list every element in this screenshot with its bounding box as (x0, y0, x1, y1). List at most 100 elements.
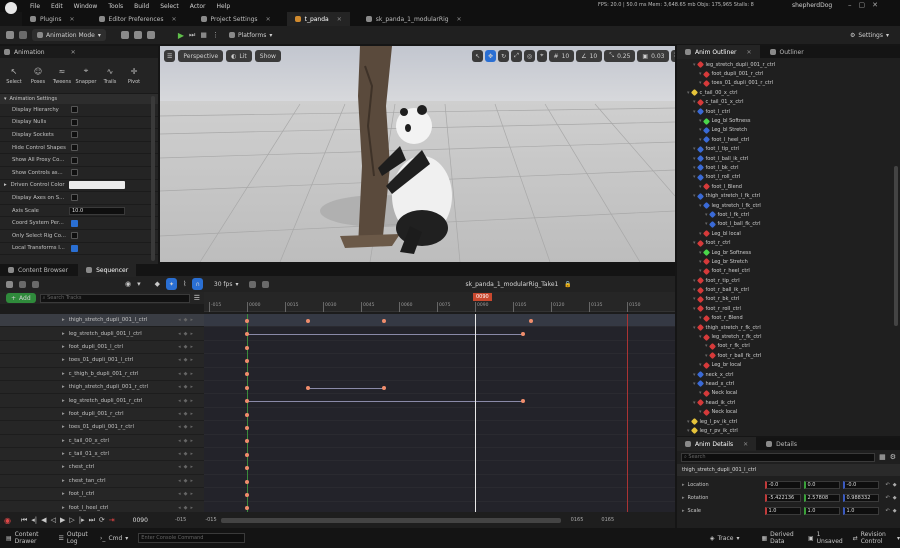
menu-item[interactable]: Edit (51, 3, 63, 10)
outliner-item[interactable]: ▾ toes_01_dupli_001_r_ctrl (677, 79, 900, 88)
outliner-item[interactable]: ▾ leg_l_pv_ik_ctrl (677, 417, 900, 426)
view-start[interactable]: -015 (175, 517, 186, 523)
outliner-item[interactable]: ▾ foot_l_heel_ctrl (677, 135, 900, 144)
curve-icon[interactable]: ⌇ (183, 280, 186, 288)
track-row[interactable]: ▸ toes_01_dupli_001_r_ctrl ◂◆▸ (0, 421, 204, 435)
key-nav-icons[interactable]: ◂◆▸ (178, 438, 196, 444)
close-icon[interactable]: ✕ (70, 16, 75, 23)
track-row[interactable]: ▸ leg_stretch_dupli_001_l_ctrl ◂◆▸ (0, 327, 204, 341)
outliner-tab[interactable]: Outliner (762, 45, 812, 59)
outliner-item[interactable]: ▾ foot_r_fk_ctrl (677, 342, 900, 351)
transform-value-input[interactable]: 1.0 (803, 506, 840, 515)
transform-value-input[interactable]: -5.422136 (764, 493, 801, 502)
outliner-item[interactable]: ▾ Leg_br Softness (677, 248, 900, 257)
outliner-item[interactable]: ▾ foot_l_ball_fk_ctrl (677, 220, 900, 229)
rotate-mode-icon[interactable]: ↻ (498, 50, 510, 62)
track-row[interactable]: ▸ chest_tan_ctrl ◂◆▸ (0, 474, 204, 489)
film-icon[interactable] (32, 280, 39, 288)
track-row[interactable]: ▸ c_thigh_b_dupli_001_r_ctrl ◂◆▸ (0, 367, 204, 381)
derived-data-button[interactable]: ▦ Derived Data (761, 531, 798, 545)
menu-item[interactable]: Help (217, 3, 231, 10)
sequence-icon[interactable] (6, 280, 13, 288)
document-tab[interactable]: Editor Preferences ✕ (91, 12, 185, 26)
outliner-item[interactable]: ▾ head_x_ctrl (677, 379, 900, 388)
revision-control-button[interactable]: ⇄ Revision Control ▾ (853, 531, 900, 545)
lit-button[interactable]: ◐ Lit (226, 50, 252, 62)
view-end[interactable]: 0165 (601, 517, 614, 523)
unsaved-button[interactable]: ▣ 1 Unsaved (808, 531, 843, 545)
key-nav-icons[interactable]: ◂◆▸ (178, 357, 196, 363)
keyframe[interactable] (245, 412, 249, 417)
track-row[interactable]: ▸ foot_dupli_001_r_ctrl ◂◆▸ (0, 407, 204, 422)
outliner-item[interactable]: ▾ thigh_stretch_r_fk_ctrl (677, 323, 900, 332)
outliner-item[interactable]: ▾ foot_l_tip_ctrl (677, 145, 900, 154)
outliner-item[interactable]: ▾ foot_r_ball_ik_ctrl (677, 285, 900, 294)
key-nav-icons[interactable]: ◂◆▸ (178, 464, 196, 470)
playback-start[interactable]: -015 (205, 517, 216, 523)
prev-frame-icon[interactable]: ◀ (41, 516, 46, 524)
anim-tool-poses[interactable]: ☺ Poses (26, 58, 50, 94)
setting-checkbox[interactable] (71, 244, 78, 252)
perspective-button[interactable]: Perspective (178, 50, 224, 62)
diamond-icon[interactable]: ◆ (155, 280, 160, 288)
outliner-item[interactable]: ▾ Neck local (677, 407, 900, 416)
keyframe[interactable] (245, 345, 249, 350)
outliner-item[interactable]: ▾ Neck local (677, 389, 900, 398)
trace-button[interactable]: ◈ Trace ▾ (710, 535, 740, 542)
mode-dropdown[interactable]: Animation Mode ▾ (32, 29, 106, 41)
key-nav-icons[interactable]: ◂◆▸ (178, 505, 196, 511)
angle-snap-button[interactable]: ∠ 10 (576, 50, 603, 62)
panel-scrollbar[interactable] (151, 96, 155, 261)
outliner-item[interactable]: ▾ foot_l_ball_ik_ctrl (677, 154, 900, 163)
keyframe[interactable] (245, 452, 249, 457)
transform-value-input[interactable]: 1.0 (842, 506, 879, 515)
key-icon[interactable]: ◆ (893, 482, 897, 488)
document-tab[interactable]: Plugins ✕ (22, 12, 83, 26)
keyframe[interactable] (245, 425, 249, 430)
outliner-item[interactable]: ▾ foot_r_roll_ctrl (677, 304, 900, 313)
key-nav-icons[interactable]: ◂◆▸ (178, 411, 196, 417)
document-tab[interactable]: t_panda ✕ (286, 12, 350, 26)
outliner-item[interactable]: ▾ foot_r_ball_fk_ctrl (677, 351, 900, 360)
menu-item[interactable]: Tools (108, 3, 123, 10)
setting-checkbox[interactable] (71, 144, 78, 152)
timeline-ruler[interactable]: -015 0000 0015 0030 0045 0060 0075 0090 0105 0120… (204, 292, 675, 312)
loop-icon[interactable]: ⟳ (99, 516, 105, 524)
setting-checkbox[interactable] (71, 219, 78, 227)
keyframe[interactable] (381, 385, 386, 390)
camera-speed-button[interactable]: ▣ 0.03 (637, 50, 670, 62)
close-icon[interactable]: ✕ (171, 16, 176, 23)
details-search-input[interactable]: ⌕ Search (681, 452, 876, 462)
transform-value-input[interactable]: 0.988332 (842, 493, 879, 502)
keyframe[interactable] (305, 318, 310, 323)
track-row[interactable]: ▸ c_tail_01_x_ctrl ◂◆▸ (0, 447, 204, 462)
filter-icon[interactable]: ▾ (137, 280, 141, 288)
play-forward-icon[interactable]: ▶ (60, 516, 65, 524)
keyframe[interactable] (305, 385, 310, 390)
transform-value-input[interactable]: 1.0 (764, 506, 801, 515)
playhead-label[interactable]: 0090 (473, 293, 492, 301)
setting-checkbox[interactable] (71, 194, 78, 202)
go-to-start-icon[interactable]: ⏮ (21, 516, 27, 525)
launch-options-icon[interactable]: ⋮ (212, 31, 219, 39)
outliner-item[interactable]: ▾ foot_r_heel_ctrl (677, 267, 900, 276)
filter-list-icon[interactable]: ☰ (194, 294, 200, 302)
anim-tool-trails[interactable]: ∿ Trails (98, 58, 122, 94)
grid-view-icon[interactable]: ▦ (879, 453, 886, 461)
outliner-tab[interactable]: Anim Outliner ✕ (677, 45, 760, 59)
key-nav-icons[interactable]: ◂◆▸ (178, 331, 196, 337)
next-key-icon[interactable]: |▸ (79, 516, 85, 524)
outliner-item[interactable]: ▾ Leg_bl local (677, 229, 900, 238)
transform-value-input[interactable]: 0.0 (803, 480, 840, 489)
menu-item[interactable]: Window (74, 3, 98, 10)
keyframe[interactable] (245, 479, 249, 484)
key-nav-icons[interactable]: ◂◆▸ (178, 384, 196, 390)
outliner-item[interactable]: ▾ c_tail_01_x_ctrl (677, 98, 900, 107)
anim-tool-pivot[interactable]: ✛ Pivot (122, 58, 146, 94)
track-row[interactable]: ▸ chest_ctrl ◂◆▸ (0, 461, 204, 475)
go-to-end-icon[interactable]: ⏭ (89, 516, 95, 525)
reset-icon[interactable]: ↶ (886, 495, 890, 501)
outliner-item[interactable]: ▾ Leg_br Stretch (677, 257, 900, 266)
keyframe[interactable] (245, 318, 249, 323)
details-tab[interactable]: Anim Details ✕ (677, 437, 757, 451)
